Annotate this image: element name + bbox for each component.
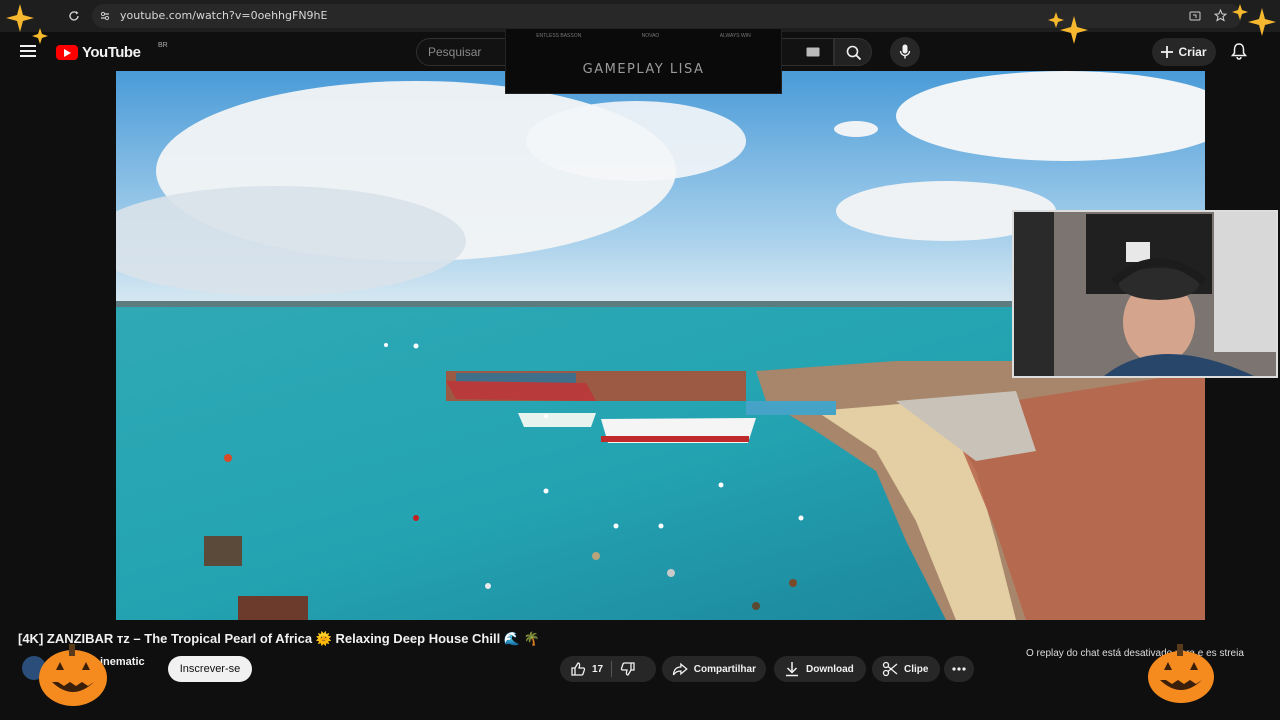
mic-icon: [899, 44, 911, 59]
like-dislike-group: 17: [560, 656, 656, 682]
subscribe-button[interactable]: Inscrever-se: [168, 656, 252, 682]
divider: [611, 661, 613, 677]
country-code: BR: [158, 42, 168, 49]
bell-icon[interactable]: [1230, 42, 1248, 60]
banner-item: NOVAO: [641, 33, 660, 39]
search-placeholder: Pesquisar: [428, 45, 482, 59]
banner-item: ALWAYS WIN: [719, 33, 751, 39]
streamer-webcam: [1012, 210, 1278, 378]
dislike-icon[interactable]: [620, 661, 636, 677]
logo-text: YouTube: [82, 44, 141, 61]
clip-label: Clipe: [904, 663, 929, 675]
clip-button[interactable]: Clipe: [872, 656, 940, 682]
plus-icon: [1161, 46, 1174, 58]
create-label: Criar: [1178, 45, 1207, 59]
reload-icon[interactable]: [68, 10, 80, 22]
share-icon: [672, 662, 688, 676]
overlay-title: GAMEPLAY LISA: [582, 62, 705, 77]
voice-search-button[interactable]: [890, 37, 920, 67]
more-icon: [952, 667, 966, 671]
youtube-logo[interactable]: YouTube BR: [56, 42, 168, 61]
banner-item: ENTLESS BASSON: [536, 33, 582, 39]
more-actions-button[interactable]: [944, 656, 974, 682]
stream-overlay-banner: ENTLESS BASSON NOVAO ALWAYS WIN GAMEPLAY…: [505, 28, 782, 94]
play-logo-icon: [56, 45, 78, 60]
share-button[interactable]: Compartilhar: [662, 656, 766, 682]
subscriber-count: s: [100, 672, 104, 681]
scissors-icon: [882, 661, 898, 677]
menu-icon[interactable]: [20, 44, 36, 58]
search-button[interactable]: [834, 38, 872, 66]
download-label: Download: [806, 663, 854, 675]
url-text[interactable]: youtube.com/watch?v=0oehhgFN9hE: [120, 9, 327, 22]
like-icon[interactable]: [570, 661, 586, 677]
download-button[interactable]: Download: [774, 656, 866, 682]
create-button[interactable]: Criar: [1152, 38, 1216, 66]
share-label: Compartilhar: [693, 663, 756, 675]
video-title: [4K] ZANZIBAR ᴛᴢ – The Tropical Pearl of…: [18, 631, 540, 646]
download-icon: [786, 662, 798, 677]
search-icon: [846, 45, 862, 61]
channel-avatar[interactable]: [22, 656, 46, 680]
chat-replay-note: O replay do chat está desativado para e …: [1026, 648, 1244, 659]
channel-name[interactable]: inematic: [100, 656, 145, 668]
like-count: 17: [592, 663, 604, 675]
pumpkin-decoration-icon: [39, 644, 107, 706]
webcam-feed: [1014, 212, 1276, 376]
